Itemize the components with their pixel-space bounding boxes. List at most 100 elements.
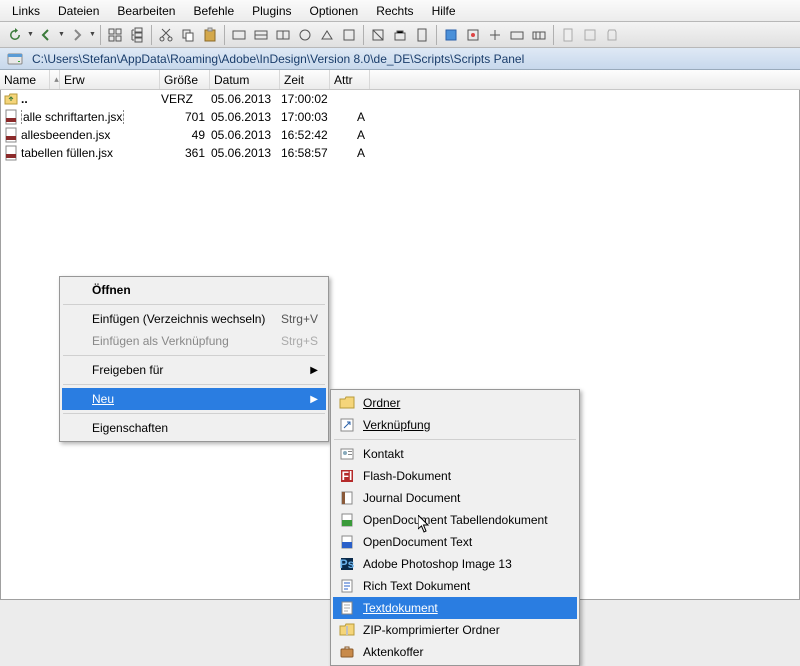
new-rtf[interactable]: Rich Text Dokument — [333, 575, 577, 597]
new-odt-table[interactable]: OpenDocument Tabellendokument — [333, 509, 577, 531]
drive-icon[interactable] — [4, 49, 26, 69]
ctx-paste-link: Einfügen als VerknüpfungStrg+S — [62, 330, 326, 352]
toolbar: ▼ ▼ ▼ — [0, 22, 800, 48]
col-sort-icon[interactable]: ▴ — [50, 70, 60, 89]
tree-icon[interactable] — [126, 25, 148, 45]
back-icon[interactable] — [35, 25, 57, 45]
folder-icon — [339, 395, 355, 411]
col-name[interactable]: Name — [0, 70, 50, 89]
file-attr: A — [336, 128, 386, 142]
tool-icon-3[interactable] — [272, 25, 294, 45]
col-zeit[interactable]: Zeit — [280, 70, 330, 89]
zip-icon — [339, 622, 355, 638]
journal-icon — [339, 490, 355, 506]
tool-icon-16[interactable] — [579, 25, 601, 45]
menu-plugins[interactable]: Plugins — [244, 2, 299, 20]
path-bar: C:\Users\Stefan\AppData\Roaming\Adobe\In… — [0, 48, 800, 70]
new-contact[interactable]: Kontakt — [333, 443, 577, 465]
photoshop-icon: Ps — [339, 556, 355, 572]
table-row[interactable]: .. VERZ 05.06.2013 17:00:02 — [1, 90, 799, 108]
menu-hilfe[interactable]: Hilfe — [424, 2, 464, 20]
forward-dropdown[interactable]: ▼ — [88, 25, 97, 45]
file-size: 361 — [161, 146, 211, 160]
file-name: tabellen füllen.jsx — [21, 146, 161, 160]
new-flash[interactable]: FlFlash-Dokument — [333, 465, 577, 487]
path-text[interactable]: C:\Users\Stefan\AppData\Roaming\Adobe\In… — [32, 52, 524, 66]
odt-icon — [339, 534, 355, 550]
cut-icon[interactable] — [155, 25, 177, 45]
new-briefcase[interactable]: Aktenkoffer — [333, 641, 577, 663]
menu-links[interactable]: Links — [4, 2, 48, 20]
tool-icon-15[interactable] — [557, 25, 579, 45]
flash-icon: Fl — [339, 468, 355, 484]
menu-befehle[interactable]: Befehle — [185, 2, 242, 20]
file-size: 49 — [161, 128, 211, 142]
tool-icon-11[interactable] — [462, 25, 484, 45]
file-attr: A — [336, 146, 386, 160]
new-odt-text[interactable]: OpenDocument Text — [333, 531, 577, 553]
tool-icon-7[interactable] — [367, 25, 389, 45]
jsx-file-icon — [3, 127, 19, 143]
menu-dateien[interactable]: Dateien — [50, 2, 107, 20]
ctx-properties[interactable]: Eigenschaften — [62, 417, 326, 439]
tool-icon-5[interactable] — [316, 25, 338, 45]
col-erw[interactable]: Erw — [60, 70, 160, 89]
refresh-dropdown[interactable]: ▼ — [26, 25, 35, 45]
tool-icon-10[interactable] — [440, 25, 462, 45]
new-folder[interactable]: Ordner — [333, 392, 577, 414]
tool-icon-6[interactable] — [338, 25, 360, 45]
ctx-new[interactable]: Neu▶ — [62, 388, 326, 410]
file-time: 17:00:03 — [281, 110, 336, 124]
back-dropdown[interactable]: ▼ — [57, 25, 66, 45]
ods-icon — [339, 512, 355, 528]
table-row[interactable]: allesbeenden.jsx 49 05.06.2013 16:52:42 … — [1, 126, 799, 144]
file-date: 05.06.2013 — [211, 110, 281, 124]
briefcase-icon — [339, 644, 355, 660]
new-journal[interactable]: Journal Document — [333, 487, 577, 509]
rtf-icon — [339, 578, 355, 594]
menu-bearbeiten[interactable]: Bearbeiten — [109, 2, 183, 20]
tool-icon-2[interactable] — [250, 25, 272, 45]
tool-icon-1[interactable] — [228, 25, 250, 45]
file-date: 05.06.2013 — [211, 128, 281, 142]
file-size: 701 — [161, 110, 211, 124]
file-time: 17:00:02 — [281, 92, 336, 106]
table-row[interactable]: alle schriftarten.jsx 701 05.06.2013 17:… — [1, 108, 799, 126]
table-row[interactable]: tabellen füllen.jsx 361 05.06.2013 16:58… — [1, 144, 799, 162]
context-menu: Öffnen Einfügen (Verzeichnis wechseln)St… — [59, 276, 329, 442]
new-photoshop[interactable]: PsAdobe Photoshop Image 13 — [333, 553, 577, 575]
tool-icon-8[interactable] — [389, 25, 411, 45]
tool-icon-4[interactable] — [294, 25, 316, 45]
file-date: 05.06.2013 — [211, 146, 281, 160]
paste-icon[interactable] — [199, 25, 221, 45]
new-zip[interactable]: ZIP-komprimierter Ordner — [333, 619, 577, 641]
new-text[interactable]: Textdokument — [333, 597, 577, 619]
ctx-open[interactable]: Öffnen — [62, 279, 326, 301]
tool-icon-17[interactable] — [601, 25, 623, 45]
ctx-share[interactable]: Freigeben für▶ — [62, 359, 326, 381]
menu-optionen[interactable]: Optionen — [302, 2, 367, 20]
column-headers: Name ▴ Erw Größe Datum Zeit Attr — [0, 70, 800, 90]
tool-icon-9[interactable] — [411, 25, 433, 45]
refresh-icon[interactable] — [4, 25, 26, 45]
copy-icon[interactable] — [177, 25, 199, 45]
forward-icon[interactable] — [66, 25, 88, 45]
svg-text:Ps: Ps — [340, 557, 355, 571]
menu-rechts[interactable]: Rechts — [368, 2, 421, 20]
file-size: VERZ — [161, 92, 211, 106]
new-shortcut[interactable]: Verknüpfung — [333, 414, 577, 436]
menubar: Links Dateien Bearbeiten Befehle Plugins… — [0, 0, 800, 22]
file-attr: A — [336, 110, 386, 124]
col-groesse[interactable]: Größe — [160, 70, 210, 89]
grid-icon[interactable] — [104, 25, 126, 45]
col-attr[interactable]: Attr — [330, 70, 370, 89]
ctx-paste[interactable]: Einfügen (Verzeichnis wechseln)Strg+V — [62, 308, 326, 330]
tool-icon-14[interactable] — [528, 25, 550, 45]
tool-icon-13[interactable] — [506, 25, 528, 45]
jsx-file-icon — [3, 109, 19, 125]
file-time: 16:52:42 — [281, 128, 336, 142]
col-datum[interactable]: Datum — [210, 70, 280, 89]
tool-icon-12[interactable] — [484, 25, 506, 45]
jsx-file-icon — [3, 145, 19, 161]
file-time: 16:58:57 — [281, 146, 336, 160]
